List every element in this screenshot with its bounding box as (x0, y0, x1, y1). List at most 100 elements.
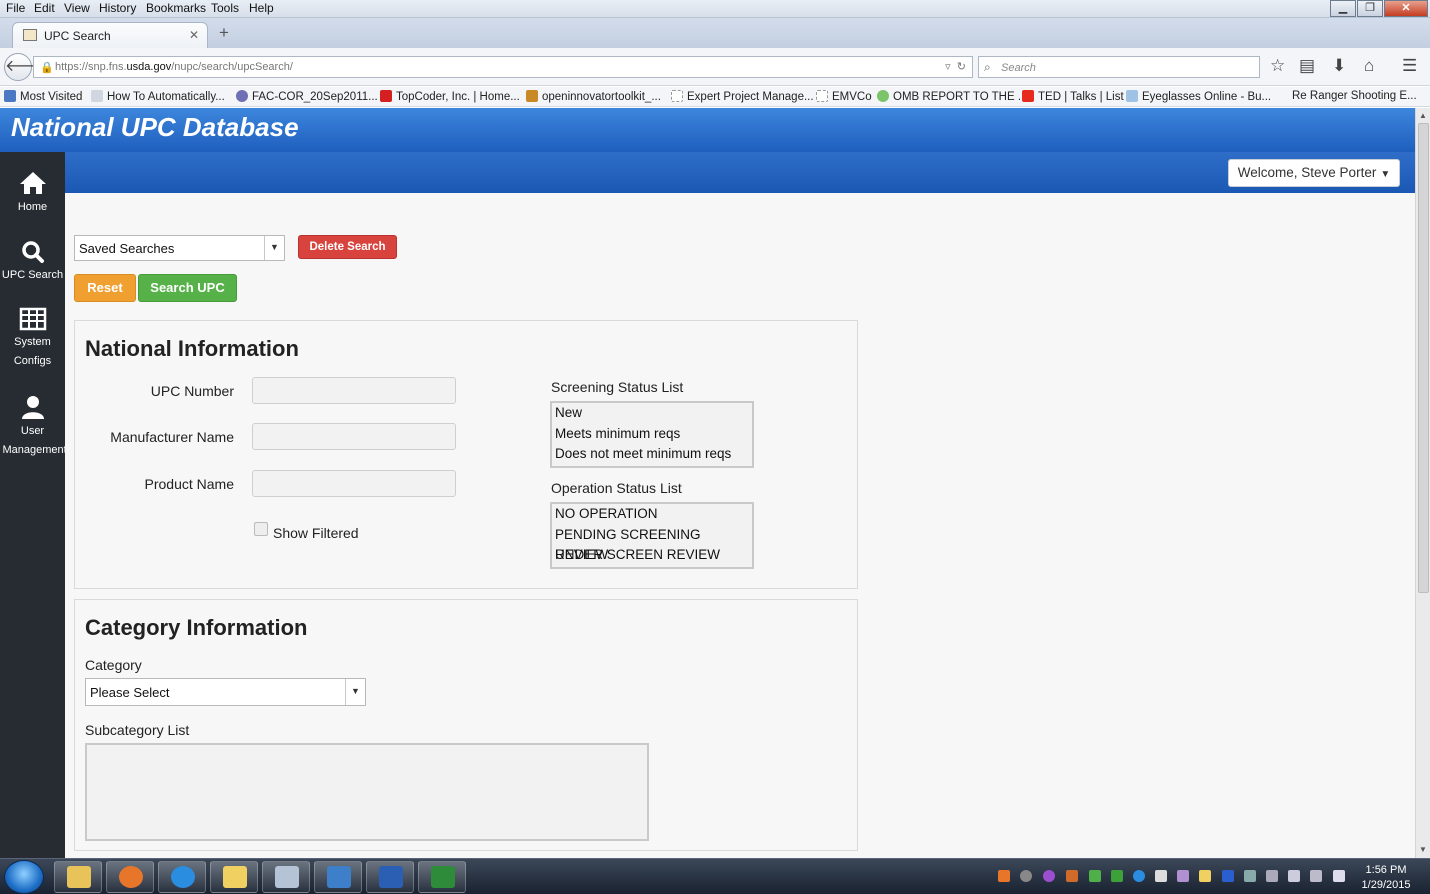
category-information-title: Category Information (85, 615, 308, 640)
bookmark-item[interactable]: FAC-COR_20Sep2011... (236, 90, 378, 103)
bookmark-item[interactable]: EMVCo (816, 90, 872, 103)
network-icon[interactable] (1288, 870, 1300, 882)
search-placeholder: Search (1001, 62, 1036, 74)
caret-down-icon: ▼ (1380, 169, 1391, 180)
user-menu-button[interactable]: Welcome, Steve Porter ▼ (1228, 159, 1400, 187)
saved-searches-select[interactable]: Saved Searches ▼ (74, 235, 285, 261)
tray-icon[interactable] (1133, 870, 1145, 882)
bookmark-item[interactable]: How To Automatically... (91, 90, 225, 103)
sidebar-item-upc-search[interactable]: UPC Search (0, 240, 65, 285)
system-clock[interactable]: 1:56 PM 1/29/2015 (1352, 863, 1420, 893)
app-header: National UPC Database (0, 108, 1415, 152)
menu-edit[interactable]: Edit (34, 1, 55, 15)
taskbar-firefox-icon[interactable] (106, 861, 154, 893)
bookmark-item[interactable]: Re Ranger Shooting E... (1292, 90, 1417, 102)
app-subheader (65, 152, 1415, 193)
tray-icon[interactable] (1043, 870, 1055, 882)
bookmark-star-icon[interactable]: ☆ (1270, 56, 1285, 76)
list-option[interactable]: UNDER SCREEN REVIEW (552, 545, 752, 566)
category-select[interactable]: Please Select ▼ (85, 678, 366, 706)
taskbar-word-icon[interactable] (366, 861, 414, 893)
search-upc-button[interactable]: Search UPC (138, 274, 237, 302)
show-filtered-checkbox[interactable] (254, 522, 268, 536)
list-option[interactable]: New (552, 403, 752, 424)
downloads-icon[interactable]: ⬇ (1332, 56, 1346, 76)
clock-date: 1/29/2015 (1361, 879, 1411, 891)
sidebar-item-home[interactable]: Home (0, 170, 65, 217)
sidebar-item-user-management[interactable]: User Management (0, 394, 67, 460)
search-glass-icon: ⌕ (984, 60, 991, 74)
bookmark-item[interactable]: TopCoder, Inc. | Home... (380, 90, 520, 103)
reload-icon[interactable]: ▿ ↻ (945, 60, 966, 73)
hamburger-menu-icon[interactable]: ☰ (1402, 56, 1417, 76)
back-arrow-icon[interactable]: 🡐 (4, 53, 48, 81)
list-option[interactable]: Does not meet minimum reqs (552, 444, 752, 465)
bookmark-item[interactable]: Most Visited (4, 90, 82, 103)
tray-icon[interactable] (998, 870, 1010, 882)
tray-icon[interactable] (1177, 870, 1189, 882)
minimize-icon[interactable]: ▁ (1330, 0, 1356, 17)
bookmark-item[interactable]: openinnovatortoolkit_... (526, 90, 661, 103)
taskbar-lync-icon[interactable] (314, 861, 362, 893)
tray-icon[interactable] (1199, 870, 1211, 882)
product-name-input[interactable] (252, 470, 456, 497)
bookmark-item[interactable]: OMB REPORT TO THE ... (877, 90, 1027, 103)
menu-file[interactable]: File (6, 1, 25, 15)
volume-icon[interactable] (1310, 870, 1322, 882)
menu-tools[interactable]: Tools (211, 1, 239, 15)
list-option[interactable]: NO OPERATION (552, 504, 752, 525)
tray-icon[interactable] (1066, 870, 1078, 882)
home-browser-icon[interactable]: ⌂ (1364, 56, 1374, 76)
upc-number-input[interactable] (252, 377, 456, 404)
sidebar-label: Home (17, 201, 48, 213)
window-controls: ▁ ❐ ✕ (1329, 0, 1428, 17)
tray-icon[interactable] (1020, 870, 1032, 882)
menu-help[interactable]: Help (249, 1, 274, 15)
tray-icon[interactable] (1111, 870, 1123, 882)
taskbar-explorer-icon[interactable] (54, 861, 102, 893)
page-scrollbar[interactable]: ▲ ▼ (1415, 108, 1430, 858)
tray-icon[interactable] (1266, 870, 1278, 882)
list-option[interactable]: PENDING SCREENING REVIEW (552, 525, 752, 563)
new-tab-icon[interactable]: + (219, 23, 229, 43)
reset-button[interactable]: Reset (74, 274, 136, 302)
scrollbar-thumb[interactable] (1418, 123, 1429, 593)
taskbar-ie-icon[interactable] (158, 861, 206, 893)
tab-upc-search[interactable]: UPC Search ✕ (12, 22, 208, 48)
delete-search-button[interactable]: Delete Search (298, 235, 397, 259)
menu-history[interactable]: History (99, 1, 136, 15)
tray-icon[interactable] (1244, 870, 1256, 882)
start-button-icon[interactable] (4, 860, 44, 894)
taskbar-excel-icon[interactable] (418, 861, 466, 893)
windows-taskbar: 1:56 PM 1/29/2015 (0, 858, 1430, 894)
url-bar[interactable]: 🔒 https://snp.fns.usda.gov/nupc/search/u… (33, 56, 973, 78)
scroll-up-icon[interactable]: ▲ (1419, 111, 1427, 120)
close-window-icon[interactable]: ✕ (1384, 0, 1428, 17)
tray-icon[interactable] (1089, 870, 1101, 882)
maximize-icon[interactable]: ❐ (1357, 0, 1383, 17)
tab-close-icon[interactable]: ✕ (189, 28, 199, 42)
menu-view[interactable]: View (64, 1, 90, 15)
menu-bookmarks[interactable]: Bookmarks (146, 1, 206, 15)
taskbar-outlook-icon[interactable] (210, 861, 258, 893)
screening-status-list[interactable]: New Meets minimum reqs Does not meet min… (550, 401, 754, 468)
bookmark-item[interactable]: TED | Talks | List (1022, 90, 1124, 103)
bookmark-item[interactable]: Expert Project Manage... (671, 90, 814, 103)
bookmarks-menu-icon[interactable]: ▤ (1299, 56, 1315, 76)
bookmark-item[interactable]: Eyeglasses Online - Bu... (1126, 90, 1271, 103)
tray-icon[interactable] (1155, 870, 1167, 882)
clock-time: 1:56 PM (1365, 864, 1407, 876)
subcategory-list[interactable] (85, 743, 649, 841)
action-center-icon[interactable] (1333, 870, 1345, 882)
manufacturer-name-label: Manufacturer Name (110, 429, 234, 445)
taskbar-calculator-icon[interactable] (262, 861, 310, 893)
bluetooth-icon[interactable] (1222, 870, 1234, 882)
screening-status-label: Screening Status List (551, 379, 684, 395)
scroll-down-icon[interactable]: ▼ (1419, 845, 1427, 854)
operation-status-list[interactable]: NO OPERATION PENDING SCREENING REVIEW UN… (550, 502, 754, 569)
manufacturer-name-input[interactable] (252, 423, 456, 450)
sidebar-item-system-configs[interactable]: System Configs (0, 307, 65, 371)
list-option[interactable]: Meets minimum reqs (552, 424, 752, 445)
browser-search-bar[interactable]: ⌕ Search (978, 56, 1260, 78)
national-information-title: National Information (85, 336, 299, 361)
